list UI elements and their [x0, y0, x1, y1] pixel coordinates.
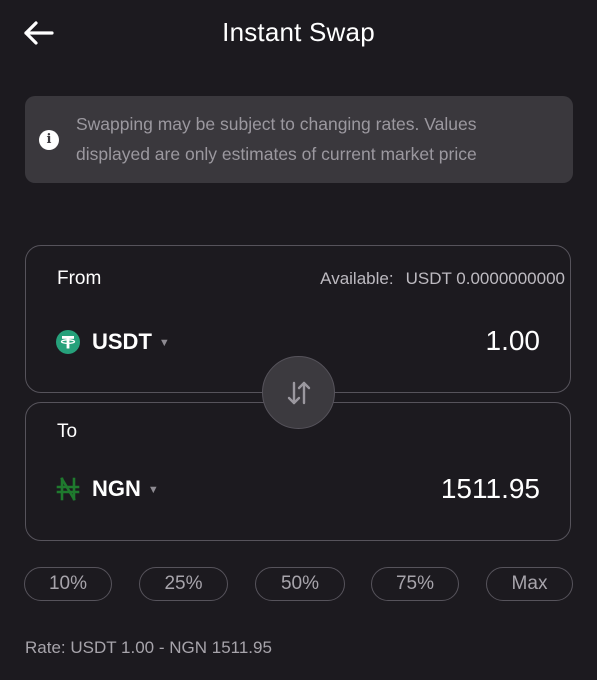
- info-icon: i: [39, 130, 59, 150]
- header: Instant Swap: [0, 0, 597, 66]
- percent-25-button[interactable]: 25%: [139, 567, 228, 601]
- notice-line-2: displayed are only estimates of current …: [76, 144, 477, 164]
- chevron-down-icon: ▼: [147, 484, 159, 496]
- page-title: Instant Swap: [222, 17, 375, 47]
- notice-text: Swapping may be subject to changing rate…: [76, 109, 556, 169]
- from-amount-input[interactable]: 1.00: [486, 325, 541, 357]
- max-button[interactable]: Max: [486, 567, 573, 601]
- notice-line-1: Swapping may be subject to changing rate…: [76, 114, 477, 134]
- available-value: USDT 0.0000000000: [405, 269, 565, 288]
- available-label: Available:: [320, 269, 394, 288]
- percent-50-button[interactable]: 50%: [255, 567, 345, 601]
- from-label: From: [57, 268, 102, 289]
- from-token-name: USDT: [92, 329, 152, 354]
- swap-arrows-icon: [287, 381, 310, 404]
- from-token-selector[interactable]: USDT ▼: [56, 327, 170, 357]
- to-amount-output: 1511.95: [440, 473, 540, 504]
- to-token-selector[interactable]: NGN ▼: [56, 474, 159, 504]
- exchange-rate: Rate: USDT 1.00 - NGN 1511.95: [25, 638, 272, 657]
- to-label: To: [57, 421, 78, 442]
- swap-direction-button[interactable]: [262, 356, 335, 429]
- available-balance: Available: USDT 0.0000000000: [320, 269, 565, 289]
- to-token-name: NGN: [92, 476, 141, 501]
- percent-options: 10% 25% 50% 75% Max: [24, 567, 574, 603]
- chevron-down-icon: ▼: [158, 337, 170, 349]
- percent-75-button[interactable]: 75%: [371, 567, 459, 601]
- percent-10-button[interactable]: 10%: [24, 567, 112, 601]
- naira-icon: [56, 477, 80, 501]
- tether-icon: [56, 330, 80, 354]
